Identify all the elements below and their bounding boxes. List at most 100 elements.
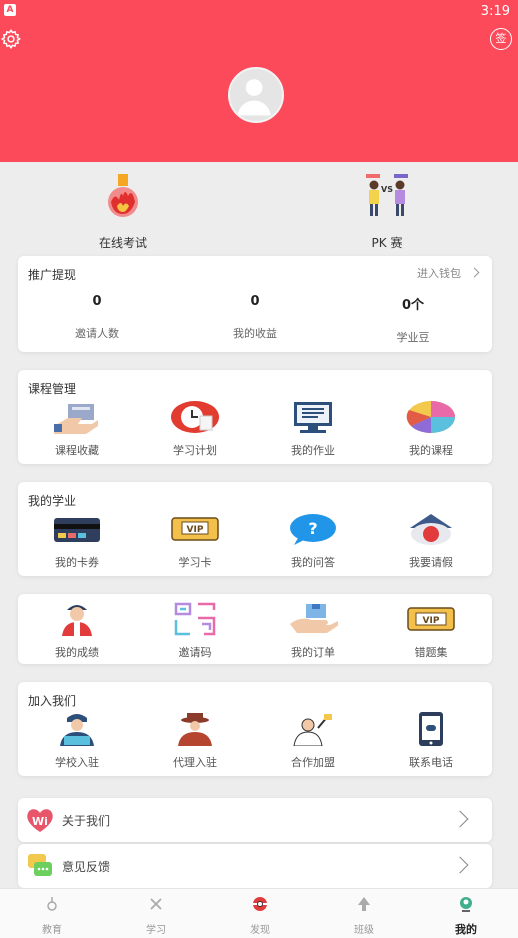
stat-beans[interactable]: 0个 学业豆 [334, 294, 492, 345]
vip-badge-text: VIP [187, 525, 204, 535]
item-label: 我的卡券 [55, 556, 99, 569]
invite-qr-icon [174, 602, 216, 636]
bottom-tab-bar: 教育 学习 发现 班级 我的 [0, 888, 518, 938]
vip-card-icon: VIP [171, 517, 219, 541]
stat-invites[interactable]: 0 邀请人数 [18, 294, 176, 341]
phone-icon [419, 712, 443, 746]
coupon-item[interactable]: 我的卡券 [18, 512, 136, 570]
tab-study[interactable]: 学习 [104, 895, 208, 936]
card-title: 推广提现 [28, 268, 77, 282]
item-label: 邀请码 [178, 646, 212, 659]
my-course-item[interactable]: 我的课程 [372, 400, 490, 458]
pk-match-entry[interactable]: VS PK 赛 [337, 172, 437, 251]
partner-icon [293, 714, 332, 747]
feedback-chat-icon [28, 854, 52, 876]
tab-label: 我的 [455, 923, 477, 936]
study-card-item[interactable]: VIP 学习卡 [136, 512, 254, 570]
leave-house-icon [410, 514, 452, 545]
status-bar: A 3:19 [0, 0, 518, 24]
default-user-icon [237, 79, 271, 116]
tab-label: 学习 [146, 925, 166, 936]
stat-label: 学业豆 [396, 331, 430, 344]
entry-label: PK 赛 [371, 236, 403, 250]
stat-value: 0 [92, 294, 102, 309]
item-label: 我要请假 [409, 556, 453, 569]
tab-education[interactable]: 教育 [0, 895, 104, 936]
item-label: 课程收藏 [55, 444, 99, 457]
feedback-row[interactable]: 意见反馈 [18, 844, 492, 888]
invite-code-item[interactable]: 邀请码 [136, 602, 254, 660]
app-indicator-icon: A [4, 4, 16, 16]
stat-value: 0 [250, 294, 260, 309]
item-label: 错题集 [414, 646, 448, 659]
exam-flame-icon [108, 174, 138, 217]
tab-discover[interactable]: 发现 [208, 895, 312, 936]
item-label: 学习计划 [173, 444, 217, 457]
course-favorite-item[interactable]: 课程收藏 [18, 400, 136, 458]
tab-label: 发现 [250, 925, 270, 936]
sign-in-button[interactable]: 签 [490, 28, 512, 50]
school-settle-item[interactable]: 学校入驻 [18, 712, 136, 770]
chevron-right-icon [451, 810, 469, 828]
discover-icon [253, 897, 267, 911]
leave-request-item[interactable]: 我要请假 [372, 512, 490, 570]
card-title: 我的学业 [28, 494, 77, 508]
top-entries: 在线考试 VS PK 赛 [0, 172, 518, 251]
agent-detective-icon [178, 713, 212, 746]
item-label: 我的作业 [291, 444, 335, 457]
stat-label: 我的收益 [233, 327, 277, 340]
qa-item[interactable]: ? 我的问答 [254, 512, 372, 570]
settings-gear-icon[interactable] [0, 28, 22, 50]
join-us-card: 加入我们 学校入驻 代理入驻 合作加盟 联系电话 [18, 682, 492, 776]
card-title: 课程管理 [28, 382, 77, 396]
row-label: 意见反馈 [62, 860, 111, 874]
my-course-pie-icon [406, 401, 455, 434]
question-bubble-icon: ? [290, 514, 336, 545]
avatar[interactable] [228, 67, 284, 123]
online-exam-entry[interactable]: 在线考试 [73, 172, 173, 251]
vip-badge-text: VIP [423, 616, 440, 626]
education-icon [47, 897, 57, 911]
profile-header: 签 [0, 24, 518, 162]
my-studies-card: 我的学业 我的卡券 VIP 学习卡 ? 我的问答 我要请假 [18, 482, 492, 576]
school-settle-icon [60, 714, 94, 746]
partner-item[interactable]: 合作加盟 [254, 712, 372, 770]
my-studies-more-card: 我的成绩 邀请码 我的订单 VIP 错题集 [18, 594, 492, 664]
item-label: 学习卡 [178, 556, 212, 569]
homework-item[interactable]: 我的作业 [254, 400, 372, 458]
study-plan-clock-icon [171, 401, 219, 433]
chevron-right-icon [451, 856, 469, 874]
item-label: 我的课程 [409, 444, 453, 457]
contact-phone-item[interactable]: 联系电话 [372, 712, 490, 770]
status-time: 3:19 [480, 4, 510, 19]
grades-item[interactable]: 我的成绩 [18, 602, 136, 660]
class-icon [358, 897, 370, 911]
tab-mine[interactable]: 我的 [414, 895, 518, 937]
stat-earnings[interactable]: 0 我的收益 [176, 294, 334, 341]
svg-text:Wi: Wi [32, 815, 48, 828]
homework-monitor-icon [294, 402, 332, 433]
pk-versus-icon: VS [366, 174, 408, 216]
stat-value: 0个 [401, 298, 425, 313]
study-icon [150, 898, 162, 910]
tab-label: 教育 [42, 925, 62, 936]
course-management-card: 课程管理 课程收藏 学习计划 我的作业 我的课程 [18, 370, 492, 464]
svg-text:VS: VS [381, 185, 393, 194]
item-label: 学校入驻 [55, 756, 99, 769]
entry-label: 在线考试 [98, 236, 147, 250]
chevron-right-icon [469, 267, 480, 278]
wrong-questions-item[interactable]: VIP 错题集 [372, 602, 490, 660]
enter-wallet-link[interactable]: 进入钱包 [417, 265, 480, 281]
item-label: 合作加盟 [291, 756, 335, 769]
item-label: 代理入驻 [173, 756, 217, 769]
orders-item[interactable]: 我的订单 [254, 602, 372, 660]
study-plan-item[interactable]: 学习计划 [136, 400, 254, 458]
tab-class[interactable]: 班级 [312, 895, 416, 936]
mine-icon [460, 897, 472, 912]
item-label: 我的问答 [291, 556, 335, 569]
course-favorite-icon [54, 404, 98, 434]
student-grade-icon [62, 605, 92, 636]
agent-settle-item[interactable]: 代理入驻 [136, 712, 254, 770]
order-box-icon [290, 604, 340, 633]
about-us-row[interactable]: Wi 关于我们 [18, 798, 492, 842]
